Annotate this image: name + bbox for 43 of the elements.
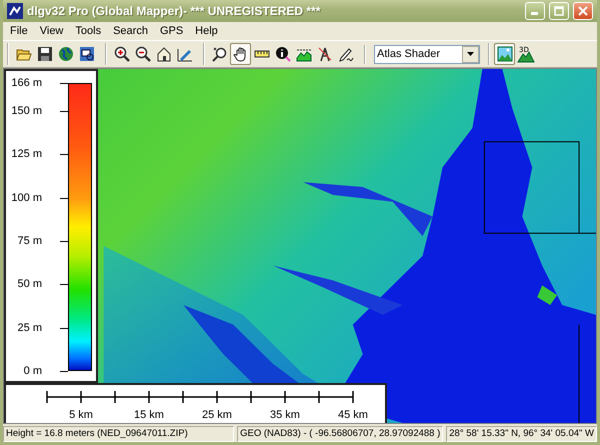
monitor-icon [78,46,94,62]
menu-item[interactable]: Tools [70,24,106,38]
maximize-icon [554,6,564,16]
legend-label: 150 m [11,104,42,117]
scale-label: 5 km [69,409,93,421]
scale-label: 25 km [202,409,232,421]
status-text: 28° 58' 15.33" N, 96° 34' 05.04" W [446,426,597,442]
close-button[interactable] [573,2,593,20]
legend-label: 0 m [24,365,42,377]
menu-item[interactable]: Search [108,24,153,38]
zoom-out-icon [134,46,150,62]
zoom-in-icon [114,46,130,62]
legend-label: 50 m [18,278,42,290]
menu-item[interactable]: Help [190,24,223,38]
scale-label: 35 km [270,409,300,421]
menu-item[interactable]: GPS [154,24,188,38]
tower-icon [316,46,332,62]
status-text: GEO (NAD83) - ( -96.56806707, 28.97092488 ) [237,426,444,442]
legend-label: 25 m [18,322,42,334]
globe-icon [58,46,74,62]
close-icon [578,6,588,16]
pen-icon [338,46,354,62]
hand-icon [232,46,248,62]
menu-item[interactable]: File [5,24,33,38]
shader-dropdown[interactable]: Atlas Shader [374,44,480,64]
pencil-line-icon [176,46,192,62]
info-icon [274,46,290,62]
legend-label: 100 m [11,192,42,204]
toolbar-button[interactable] [230,43,251,65]
menu-item[interactable]: View [34,24,68,38]
dropdown-arrow-icon [467,52,474,56]
magnifier-icon [212,46,228,62]
house-icon [156,46,172,62]
app-icon [7,3,23,19]
scale-label: 45 km [338,409,368,421]
legend-label: 125 m [11,148,42,160]
scale-label: 15 km [134,409,164,421]
window-title: dlgv32 Pro (Global Mapper)- *** UNREGISTERED *** [27,4,322,18]
legend-label: 75 m [18,234,42,247]
toolbar-button[interactable] [494,43,515,65]
landscape-picture-icon [496,46,512,62]
legend-label: 166 m [11,77,42,89]
status-text: Height = 16.8 meters (NED_09647011.ZIP) [3,426,234,442]
